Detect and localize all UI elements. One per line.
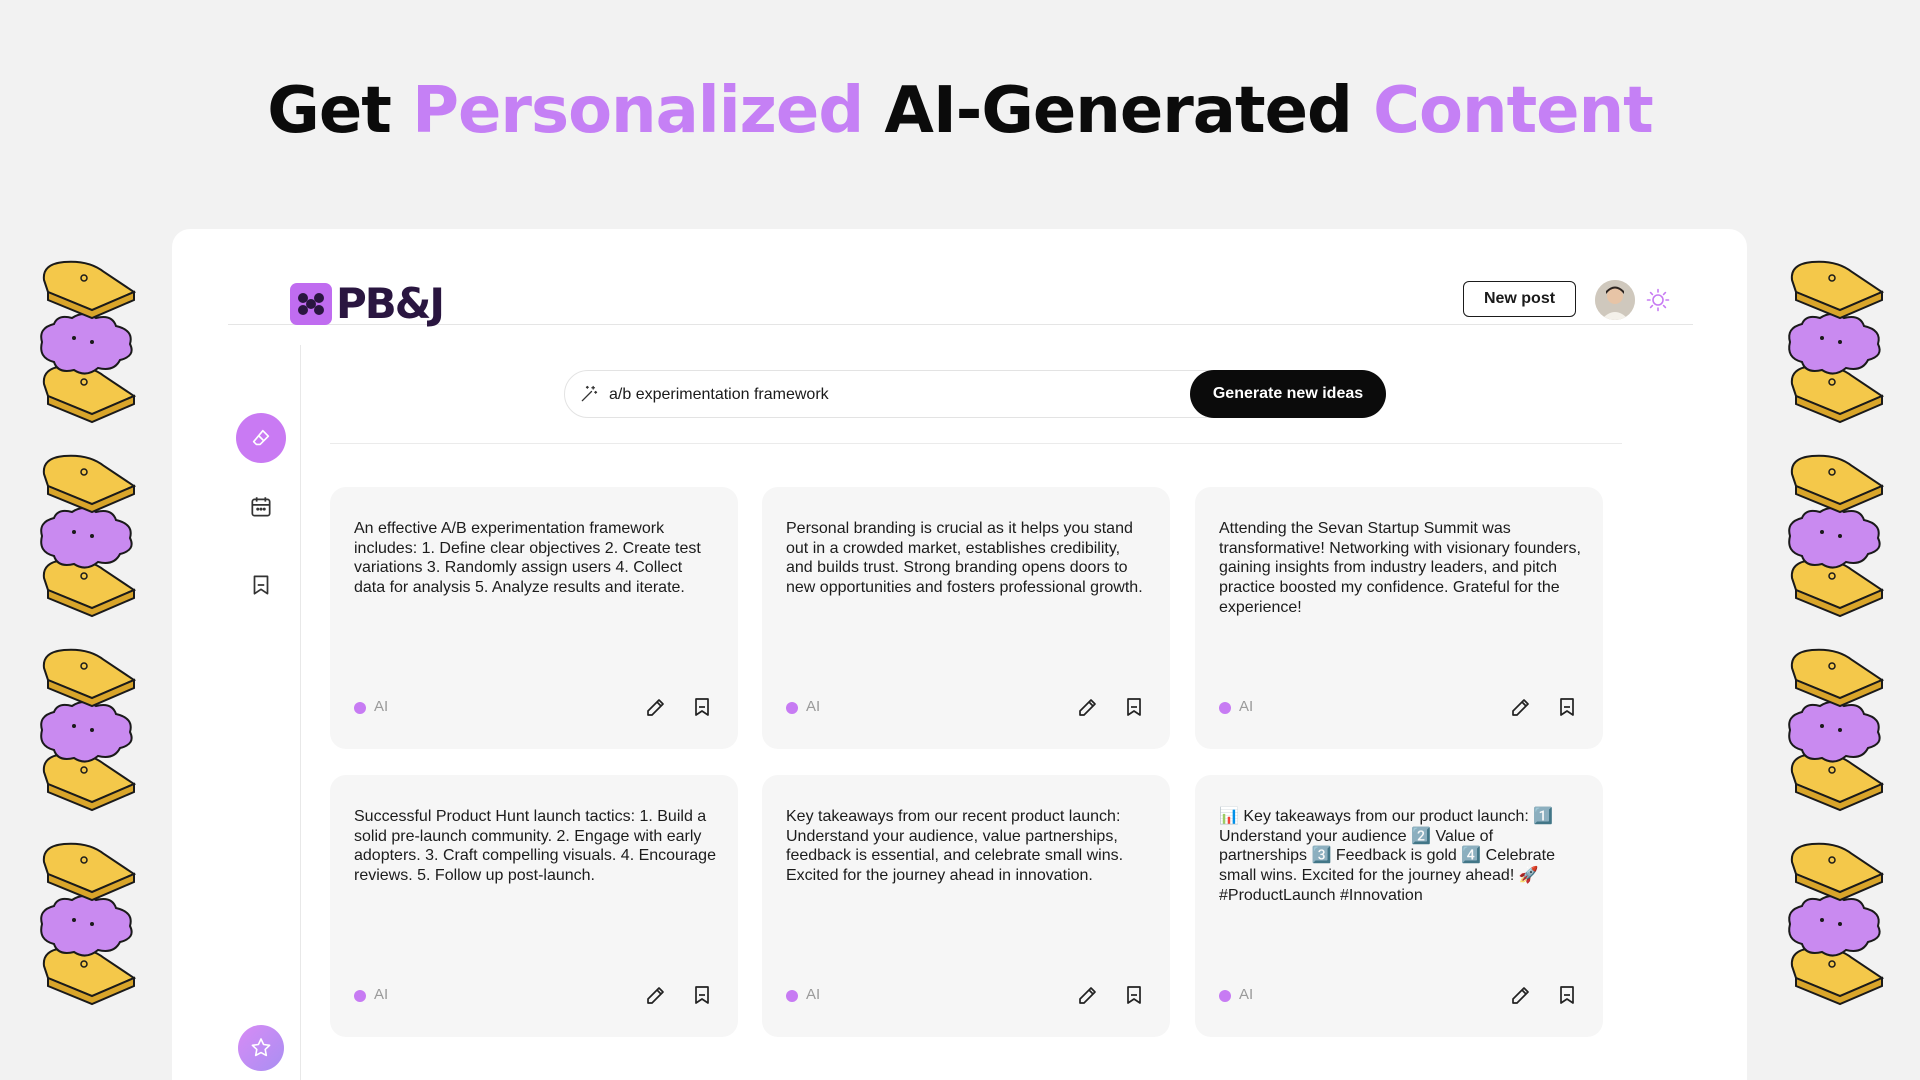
page-headline: Get Personalized AI-Generated Content <box>0 74 1920 148</box>
bookmark-icon[interactable] <box>690 695 714 719</box>
idea-card[interactable]: 📊 Key takeaways from our product launch:… <box>1195 775 1603 1037</box>
logo-text: PB&J <box>336 279 445 328</box>
idea-card[interactable]: Personal branding is crucial as it helps… <box>762 487 1170 749</box>
bookmark-icon[interactable] <box>1122 695 1146 719</box>
divider <box>330 443 1622 444</box>
ai-tag: AI <box>1239 698 1254 715</box>
headline-accent-1: Personalized <box>412 74 864 148</box>
ai-dot-icon <box>1219 990 1231 1002</box>
sandwich-illustration-icon <box>1782 840 1892 1010</box>
card-text: Personal branding is crucial as it helps… <box>786 520 1143 597</box>
edit-icon[interactable] <box>1076 983 1100 1007</box>
sandwich-illustration-icon <box>34 258 144 428</box>
sidebar-item-favorites[interactable] <box>238 1025 284 1071</box>
calendar-icon <box>251 497 271 517</box>
logo[interactable]: PB&J <box>290 279 445 328</box>
sandwich-illustration-icon <box>34 646 144 816</box>
sandwich-decoration-left <box>34 258 144 1034</box>
sandwich-illustration-icon <box>34 840 144 1010</box>
ai-dot-icon <box>1219 702 1231 714</box>
sandwich-illustration-icon <box>1782 646 1892 816</box>
idea-card[interactable]: An effective A/B experimentation framewo… <box>330 487 738 749</box>
ai-tag: AI <box>1239 986 1254 1003</box>
bookmark-icon[interactable] <box>1555 983 1579 1007</box>
card-text: Successful Product Hunt launch tactics: … <box>354 808 716 885</box>
idea-card[interactable]: Successful Product Hunt launch tactics: … <box>330 775 738 1037</box>
card-footer: AI <box>1219 983 1581 1007</box>
sandwich-illustration-icon <box>1782 258 1892 428</box>
card-text: Attending the Sevan Startup Summit was t… <box>1219 520 1581 616</box>
card-footer: AI <box>354 983 716 1007</box>
bookmark-icon <box>253 575 269 595</box>
sidebar-item-ideas[interactable] <box>236 413 286 463</box>
ai-tag: AI <box>806 698 821 715</box>
ai-dot-icon <box>786 990 798 1002</box>
app-window: PB&J New post a/b experimentation framew… <box>172 229 1747 1080</box>
sandwich-decoration-right <box>1782 258 1892 1034</box>
sidebar-item-calendar[interactable] <box>248 494 274 520</box>
idea-card[interactable]: Attending the Sevan Startup Summit was t… <box>1195 487 1603 749</box>
card-text: An effective A/B experimentation framewo… <box>354 520 701 597</box>
bookmark-icon[interactable] <box>1555 695 1579 719</box>
ai-tag: AI <box>806 986 821 1003</box>
card-text: Key takeaways from our recent product la… <box>786 808 1124 885</box>
card-text: 📊 Key takeaways from our product launch:… <box>1219 808 1556 904</box>
sidebar <box>228 345 301 1080</box>
sandwich-illustration-icon <box>34 452 144 622</box>
card-footer: AI <box>354 695 716 719</box>
ai-dot-icon <box>354 702 366 714</box>
ai-dot-icon <box>354 990 366 1002</box>
sandwich-illustration-icon <box>1782 452 1892 622</box>
card-footer: AI <box>786 983 1148 1007</box>
logo-mark-icon <box>290 283 332 325</box>
bookmark-icon[interactable] <box>1122 983 1146 1007</box>
headline-accent-2: Content <box>1373 74 1654 148</box>
star-icon <box>251 1038 271 1057</box>
edit-icon[interactable] <box>644 695 668 719</box>
edit-icon[interactable] <box>1509 695 1533 719</box>
headline-part-1: Get <box>267 74 392 148</box>
ai-dot-icon <box>786 702 798 714</box>
edit-icon[interactable] <box>1076 695 1100 719</box>
edit-icon[interactable] <box>1509 983 1533 1007</box>
user-avatar[interactable] <box>1595 280 1635 320</box>
headline-part-2: AI-Generated <box>884 74 1352 148</box>
new-post-button[interactable]: New post <box>1463 281 1576 317</box>
ai-tag: AI <box>374 986 389 1003</box>
bookmark-icon[interactable] <box>690 983 714 1007</box>
ai-tag: AI <box>374 698 389 715</box>
edit-icon[interactable] <box>644 983 668 1007</box>
sidebar-item-saved[interactable] <box>248 572 274 598</box>
eraser-icon <box>252 429 270 446</box>
sun-icon[interactable] <box>1646 288 1670 312</box>
generate-new-ideas-button[interactable]: Generate new ideas <box>1190 370 1386 418</box>
idea-card[interactable]: Key takeaways from our recent product la… <box>762 775 1170 1037</box>
search-input[interactable] <box>607 371 1131 419</box>
card-footer: AI <box>786 695 1148 719</box>
card-footer: AI <box>1219 695 1581 719</box>
magic-wand-icon <box>579 384 599 404</box>
top-bar: PB&J New post <box>228 267 1693 325</box>
